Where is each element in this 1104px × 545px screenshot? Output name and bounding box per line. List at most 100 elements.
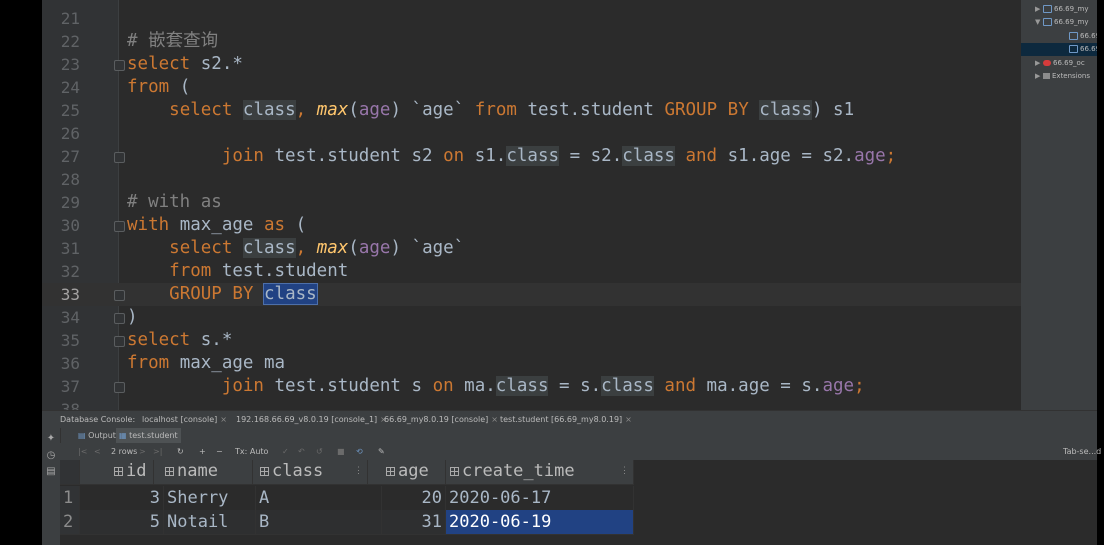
view-query-icon[interactable]: ⟲ (356, 443, 363, 460)
tree-node-extensions[interactable]: ▶ Extensions (1035, 70, 1090, 83)
collapse-arrow-icon: ▼ (1035, 18, 1041, 26)
line-number: 35 (60, 331, 80, 350)
line-number: 22 (60, 32, 80, 51)
fold-marker-icon[interactable] (114, 290, 125, 301)
column-header-create-time[interactable]: create_time ⋮ (446, 460, 634, 484)
settings-icon[interactable]: ✦ (46, 434, 56, 444)
export-format-dropdown[interactable]: Tab-se...d (TSV) (1063, 443, 1104, 460)
cell-id[interactable]: 5 (80, 510, 164, 534)
tab-output[interactable]: ▤ Output (78, 428, 116, 443)
pin-icon[interactable]: ✎ (378, 443, 385, 460)
cell-create-time-selected[interactable]: 2020-06-19 (446, 510, 634, 534)
text-caret (316, 284, 318, 304)
database-icon (1043, 5, 1052, 13)
cell-class[interactable]: B (256, 510, 382, 534)
fold-marker-icon[interactable] (114, 60, 125, 71)
first-page-icon[interactable]: |< (78, 443, 87, 460)
line-number: 31 (60, 239, 80, 258)
line-number: 36 (60, 354, 80, 373)
column-icon (260, 466, 269, 476)
add-row-icon[interactable]: + (199, 443, 206, 460)
code-line-29: # with as (127, 192, 222, 212)
tab-my8-console[interactable]: 66.69_my8.0.19 [console] × (384, 411, 498, 429)
tree-node[interactable]: ▶ 66.69_my (1035, 3, 1089, 16)
cell-age[interactable]: 20 (382, 486, 446, 510)
last-page-icon[interactable]: >| (153, 443, 162, 460)
stop-icon[interactable]: ■ (337, 443, 345, 460)
commit-icon[interactable]: ✓ (282, 443, 289, 460)
code-line-33: GROUP BY class (169, 283, 318, 305)
column-header-class[interactable]: class ⋮ (256, 460, 368, 484)
row-number: 1 (60, 486, 80, 510)
line-number: 23 (60, 55, 80, 74)
row-number: 2 (60, 510, 80, 534)
table-icon: ▦ (119, 431, 127, 440)
tab-result-test-student[interactable]: ▦ test.student (116, 428, 181, 443)
console-tabs-label: Database Console: (60, 415, 136, 424)
fold-marker-icon[interactable] (114, 313, 125, 324)
cell-name[interactable]: Sherry (164, 486, 256, 510)
fold-marker-icon[interactable] (114, 336, 125, 347)
cell-age[interactable]: 31 (382, 510, 446, 534)
tab-console-1[interactable]: 192.168.66.69_v8.0.19 [console_1] × (236, 411, 387, 429)
cell-name[interactable]: Notail (164, 510, 256, 534)
code-line-25: select class, max(age) `age` from test.s… (169, 100, 855, 120)
line-number: 38 (60, 400, 80, 410)
fold-marker-icon[interactable] (114, 382, 125, 393)
rollback-icon[interactable]: ↶ (298, 443, 305, 460)
cell-create-time[interactable]: 2020-06-17 (446, 486, 634, 510)
column-header-name[interactable]: name (161, 460, 253, 484)
tree-node[interactable]: 66.69_ (1069, 30, 1097, 43)
line-number: 29 (60, 193, 80, 212)
line-number: 27 (60, 147, 80, 166)
tab-localhost-console[interactable]: localhost [console] × (142, 411, 227, 429)
code-line-36: from max_age ma (127, 353, 286, 373)
code-line-31: select class, max(age) `age` (169, 238, 475, 258)
expand-arrow-icon: ▶ (1035, 72, 1041, 80)
tree-node-selected[interactable]: 66.69_ (1021, 43, 1097, 56)
tab-test-student[interactable]: test.student [66.69_my8.0.19] × (500, 411, 632, 429)
sort-icon[interactable]: ⋮ (620, 460, 629, 482)
refresh-icon[interactable]: ↻ (177, 443, 184, 460)
close-icon[interactable]: × (491, 415, 498, 424)
column-header-id[interactable]: id (110, 460, 154, 484)
tree-node[interactable]: ▶ 66.69_oc (1035, 57, 1085, 70)
table-row[interactable]: 1 3 Sherry A 20 2020-06-17 (60, 486, 634, 511)
revert-icon[interactable]: ↺ (316, 443, 323, 460)
cell-class[interactable]: A (256, 486, 382, 510)
cell-id[interactable]: 3 (80, 486, 164, 510)
layout-icon[interactable]: ▤ (46, 467, 56, 477)
right-black-bar (1097, 0, 1104, 545)
column-icon (386, 466, 395, 476)
sort-icon[interactable]: ⋮ (354, 460, 363, 482)
row-number-header (60, 460, 80, 484)
code-line-30: with max_age as ( (127, 215, 307, 235)
expand-arrow-icon: ▶ (1035, 59, 1041, 67)
line-number: 34 (60, 308, 80, 327)
fold-marker-icon[interactable] (114, 221, 125, 232)
remove-row-icon[interactable]: − (216, 443, 223, 460)
code-line-23: select s2.* (127, 54, 243, 74)
selected-text: class (263, 283, 318, 305)
console-icon (1069, 45, 1078, 53)
tree-node[interactable]: ▼ 66.69_my (1035, 16, 1089, 29)
close-icon[interactable]: × (220, 415, 227, 424)
fold-marker-icon[interactable] (114, 152, 125, 163)
line-number: 24 (60, 78, 80, 97)
console-icon (1069, 32, 1078, 40)
table-row[interactable]: 2 5 Notail B 31 2020-06-19 (60, 510, 634, 535)
column-icon (450, 466, 459, 476)
result-grid[interactable]: id name class ⋮ age create_time ⋮ 1 3 Sher… (60, 460, 1097, 545)
code-line-35: select s.* (127, 330, 233, 350)
history-icon[interactable]: ◷ (46, 451, 56, 461)
code-line-34: ) (127, 307, 138, 327)
prev-page-icon[interactable]: < (94, 443, 101, 460)
column-header-age[interactable]: age (382, 460, 446, 484)
close-icon[interactable]: × (625, 415, 632, 424)
next-page-icon[interactable]: > (139, 443, 146, 460)
code-line-24: from ( (127, 77, 191, 97)
sql-editor[interactable]: 21 22 23 24 25 26 27 28 29 30 31 32 33 3… (42, 0, 1021, 410)
grid-header: id name class ⋮ age create_time ⋮ (60, 460, 634, 485)
tx-mode-dropdown[interactable]: Tx: Auto (235, 443, 268, 460)
line-number: 37 (60, 377, 80, 396)
